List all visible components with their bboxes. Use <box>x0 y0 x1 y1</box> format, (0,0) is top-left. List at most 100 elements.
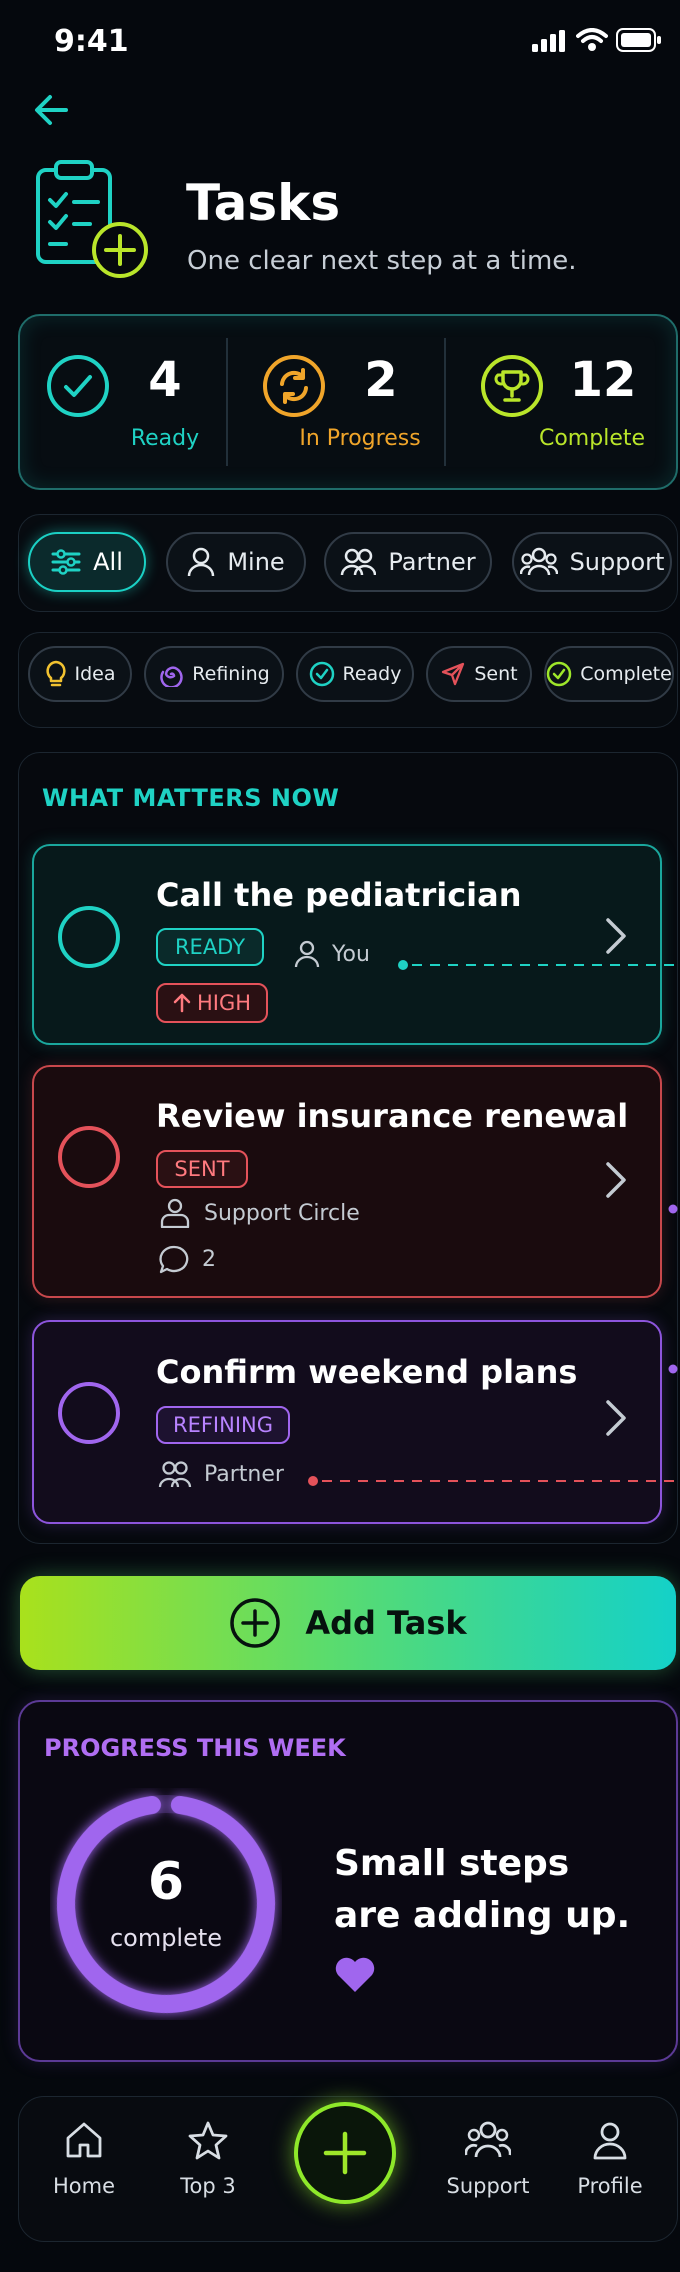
nav-profile-label: Profile <box>577 2174 643 2198</box>
task-complete-toggle[interactable] <box>58 1126 120 1188</box>
connector-dot <box>668 1364 678 1374</box>
stage-ready-label: Ready <box>342 663 402 685</box>
stage-refining-chip[interactable]: Refining <box>144 646 284 702</box>
task-complete-toggle[interactable] <box>58 1382 120 1444</box>
task-assignee-label: You <box>332 941 370 967</box>
add-task-label: Add Task <box>305 1604 467 1642</box>
filter-support-label: Support <box>569 548 665 576</box>
status-badge-label: SENT <box>174 1157 230 1181</box>
priority-badge-label: HIGH <box>196 991 252 1015</box>
check-circle-icon <box>546 661 572 687</box>
stage-sent-chip[interactable]: Sent <box>426 646 532 702</box>
stat-progress-value: 2 <box>364 352 398 408</box>
stage-idea-label: Idea <box>74 663 116 685</box>
battery-icon <box>616 28 662 52</box>
task-assignee-label: Support Circle <box>204 1200 360 1226</box>
connector-dot <box>668 1204 678 1214</box>
stage-complete-label: Complete <box>580 663 672 685</box>
person-icon <box>294 940 320 968</box>
stage-sent-label: Sent <box>474 663 518 685</box>
filter-support-chip[interactable]: Support <box>512 532 672 592</box>
progress-count-label: complete <box>109 1924 223 1952</box>
filter-all-label: All <box>93 548 123 576</box>
profile-icon <box>590 2120 630 2160</box>
person-icon <box>187 547 215 577</box>
status-badge-label: REFINING <box>172 1413 274 1437</box>
fab-add-button[interactable] <box>294 2102 396 2204</box>
plus-icon <box>322 2130 368 2176</box>
check-circle-icon <box>309 661 335 687</box>
task-assignee-label: Partner <box>204 1461 284 1487</box>
task-title: Review insurance renewal <box>156 1097 629 1135</box>
star-icon <box>188 2120 228 2160</box>
status-time: 9:41 <box>54 24 129 59</box>
status-badge: REFINING <box>156 1406 290 1444</box>
nav-home[interactable]: Home <box>24 2120 144 2198</box>
status-badge: READY <box>156 928 264 966</box>
nav-profile[interactable]: Profile <box>550 2120 670 2198</box>
add-task-button[interactable]: Add Task <box>20 1576 676 1670</box>
check-circle-icon <box>46 354 110 418</box>
group-icon <box>465 2120 511 2160</box>
sliders-icon <box>51 549 81 575</box>
comment-count: 2 <box>202 1246 216 1272</box>
refresh-icon <box>262 354 326 418</box>
plus-circle-icon <box>229 1597 281 1649</box>
lightbulb-icon <box>45 660 67 688</box>
chevron-right-icon[interactable] <box>604 1160 628 1200</box>
connector-line <box>398 960 680 970</box>
stat-divider <box>444 338 446 466</box>
task-assignee: You <box>294 940 370 968</box>
trophy-icon <box>480 354 544 418</box>
signal-icon <box>532 30 566 52</box>
progress-count: 6 <box>147 1852 185 1912</box>
stat-divider <box>226 338 228 466</box>
status-badge: SENT <box>156 1150 248 1188</box>
progress-title: PROGRESS THIS WEEK <box>44 1734 346 1762</box>
page-subtitle: One clear next step at a time. <box>187 246 577 276</box>
people-icon <box>340 547 377 577</box>
nav-top3[interactable]: Top 3 <box>148 2120 268 2198</box>
stage-idea-chip[interactable]: Idea <box>28 646 132 702</box>
filter-partner-label: Partner <box>388 548 476 576</box>
send-icon <box>440 661 466 687</box>
page-title: Tasks <box>186 174 341 232</box>
filter-mine-chip[interactable]: Mine <box>166 532 306 592</box>
comment-icon <box>158 1244 190 1274</box>
chevron-right-icon[interactable] <box>604 916 628 956</box>
nav-support-label: Support <box>446 2174 530 2198</box>
back-arrow-icon[interactable] <box>30 88 74 132</box>
filter-partner-chip[interactable]: Partner <box>324 532 492 592</box>
people-icon <box>158 1460 192 1488</box>
task-title: Confirm weekend plans <box>156 1353 578 1391</box>
stage-complete-chip[interactable]: Complete <box>544 646 674 702</box>
section-title: WHAT MATTERS NOW <box>42 784 340 812</box>
stat-complete-label: Complete <box>538 426 646 451</box>
stage-ready-chip[interactable]: Ready <box>296 646 414 702</box>
support-circle-icon <box>158 1198 192 1228</box>
stat-ready-value: 4 <box>148 352 182 408</box>
spiral-icon <box>158 661 184 687</box>
task-assignee: Partner <box>158 1460 284 1488</box>
task-title: Call the pediatrician <box>156 876 522 914</box>
home-icon <box>64 2120 104 2160</box>
status-badge-label: READY <box>174 935 246 959</box>
progress-message: Small steps are adding up. <box>334 1843 631 1936</box>
stat-progress-label: In Progress <box>299 426 421 451</box>
group-icon <box>519 547 558 577</box>
wifi-icon <box>576 28 608 52</box>
filter-all-chip[interactable]: All <box>28 532 146 592</box>
stat-ready-label: Ready <box>130 426 200 451</box>
chevron-right-icon[interactable] <box>604 1398 628 1438</box>
clipboard-add-icon <box>30 156 156 282</box>
task-comments[interactable]: 2 <box>158 1244 216 1274</box>
priority-badge: HIGH <box>156 983 268 1023</box>
stage-refining-label: Refining <box>192 663 270 685</box>
stat-complete-value: 12 <box>569 352 637 408</box>
task-complete-toggle[interactable] <box>58 906 120 968</box>
nav-support[interactable]: Support <box>428 2120 548 2198</box>
task-card[interactable] <box>32 1320 662 1524</box>
nav-home-label: Home <box>52 2174 115 2198</box>
nav-top3-label: Top 3 <box>180 2174 236 2198</box>
task-assignee: Support Circle <box>158 1198 360 1228</box>
